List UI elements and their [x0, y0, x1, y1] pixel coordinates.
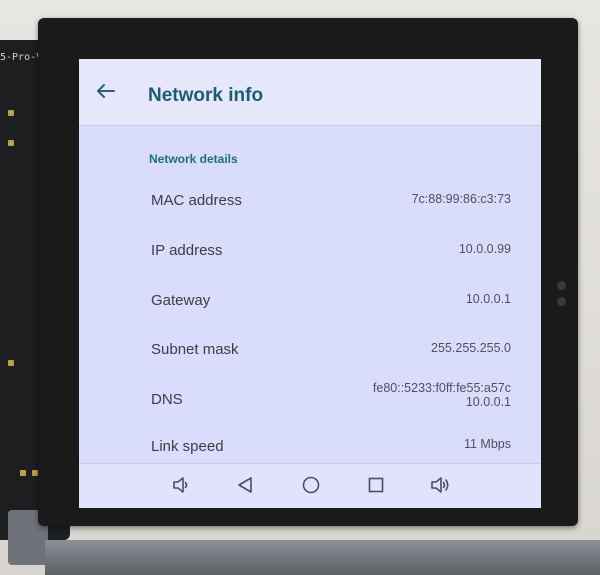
back-nav-button[interactable]	[231, 474, 259, 500]
recents-button[interactable]	[362, 474, 390, 500]
row-label: Subnet mask	[151, 341, 239, 358]
row-ip-address[interactable]: IP address 10.0.0.99	[79, 236, 541, 282]
dns-value-line: 10.0.0.1	[465, 395, 511, 409]
row-label: IP address	[151, 242, 223, 259]
dns-value-line: fe80::5233:f0ff:fe55:a57c	[372, 381, 511, 395]
section-header: Network details	[149, 152, 238, 166]
sensor-dot	[557, 281, 566, 290]
volume-down-button[interactable]	[167, 474, 195, 500]
row-value: 10.0.0.99	[458, 242, 511, 256]
row-label: MAC address	[151, 192, 242, 209]
board-pad	[8, 360, 14, 366]
row-value: fe80::5233:f0ff:fe55:a57c 10.0.0.1	[373, 381, 511, 409]
row-value: 255.255.255.0	[431, 341, 511, 355]
row-label: DNS	[151, 391, 183, 408]
home-circle-icon	[301, 475, 321, 500]
row-label: Gateway	[151, 292, 211, 309]
back-triangle-icon	[236, 476, 254, 499]
navigation-bar	[79, 463, 541, 508]
row-gateway[interactable]: Gateway 10.0.0.1	[79, 286, 541, 332]
row-value: 10.0.0.1	[465, 292, 511, 306]
app-bar: Network info	[79, 59, 541, 126]
screen: Network info Network details MAC address…	[79, 59, 541, 508]
volume-up-button[interactable]	[426, 474, 454, 500]
recents-square-icon	[367, 476, 385, 499]
row-mac-address[interactable]: MAC address 7c:88:99:86:c3:73	[79, 186, 541, 232]
page-title: Network info	[148, 85, 264, 106]
board-pad	[8, 110, 14, 116]
volume-down-icon	[171, 476, 191, 499]
cable	[45, 540, 600, 575]
row-value: 7c:88:99:86:c3:73	[411, 192, 511, 206]
row-subnet-mask[interactable]: Subnet mask 255.255.255.0	[79, 335, 541, 381]
back-button[interactable]	[91, 79, 119, 107]
arrow-left-icon	[95, 83, 115, 104]
home-button[interactable]	[297, 474, 325, 500]
board-pad	[8, 140, 14, 146]
volume-up-icon	[429, 476, 451, 499]
row-label: Link speed	[151, 438, 224, 455]
row-dns[interactable]: DNS fe80::5233:f0ff:fe55:a57c 10.0.0.1	[79, 377, 541, 423]
board-pad	[20, 470, 26, 476]
sensor-dot	[557, 297, 566, 306]
row-value: 11 Mbps	[463, 437, 511, 451]
